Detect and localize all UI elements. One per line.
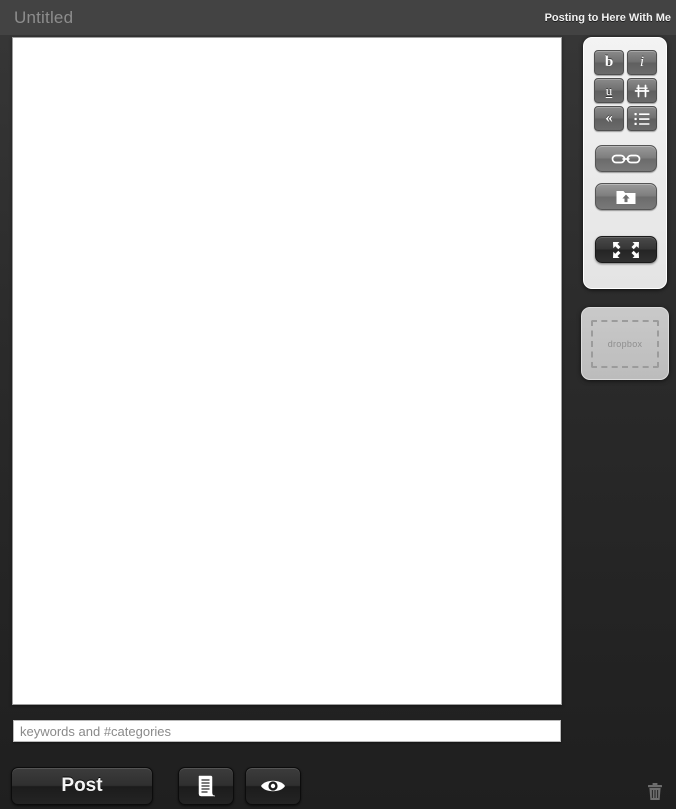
bold-icon: b: [604, 54, 614, 70]
underline-button[interactable]: u: [594, 78, 624, 103]
document-notes-icon: [196, 775, 216, 797]
bold-button[interactable]: b: [594, 50, 624, 75]
insert-image-button[interactable]: [595, 183, 657, 210]
preview-button[interactable]: [245, 767, 301, 805]
formatting-toolbar-panel: b i u «: [583, 37, 667, 289]
underline-icon: u: [605, 82, 613, 98]
insert-link-button[interactable]: [595, 145, 657, 172]
dropbox-panel: dropbox: [581, 307, 669, 380]
delete-button[interactable]: [646, 782, 664, 802]
fullscreen-collapse-icon: [612, 241, 640, 259]
link-icon: [611, 152, 641, 166]
dropbox-drop-zone[interactable]: dropbox: [591, 319, 659, 368]
document-title[interactable]: Untitled: [14, 8, 73, 28]
notes-button[interactable]: [178, 767, 234, 805]
dropbox-label: dropbox: [607, 338, 643, 349]
eye-icon: [260, 777, 286, 795]
fullscreen-button[interactable]: [595, 236, 657, 263]
formatting-button-grid: b i u «: [594, 50, 657, 131]
strikethrough-icon: [634, 83, 650, 99]
keywords-input[interactable]: [13, 720, 561, 742]
app-window: Untitled Posting to Here With Me Post: [0, 0, 676, 809]
blockquote-icon: «: [605, 110, 613, 126]
posting-destination-label[interactable]: Posting to Here With Me: [545, 12, 671, 24]
blockquote-button[interactable]: «: [594, 106, 624, 131]
title-bar: Untitled Posting to Here With Me: [0, 0, 676, 35]
list-button[interactable]: [627, 106, 657, 131]
italic-icon: i: [639, 54, 645, 70]
italic-button[interactable]: i: [627, 50, 657, 75]
post-button[interactable]: Post: [11, 767, 153, 805]
post-button-label: Post: [61, 775, 103, 796]
trash-icon: [646, 782, 664, 802]
bulleted-list-icon: [634, 112, 650, 126]
editor-container: [12, 37, 562, 705]
post-body-editor[interactable]: [13, 38, 561, 704]
strikethrough-button[interactable]: [627, 78, 657, 103]
upload-image-icon: [616, 188, 636, 205]
